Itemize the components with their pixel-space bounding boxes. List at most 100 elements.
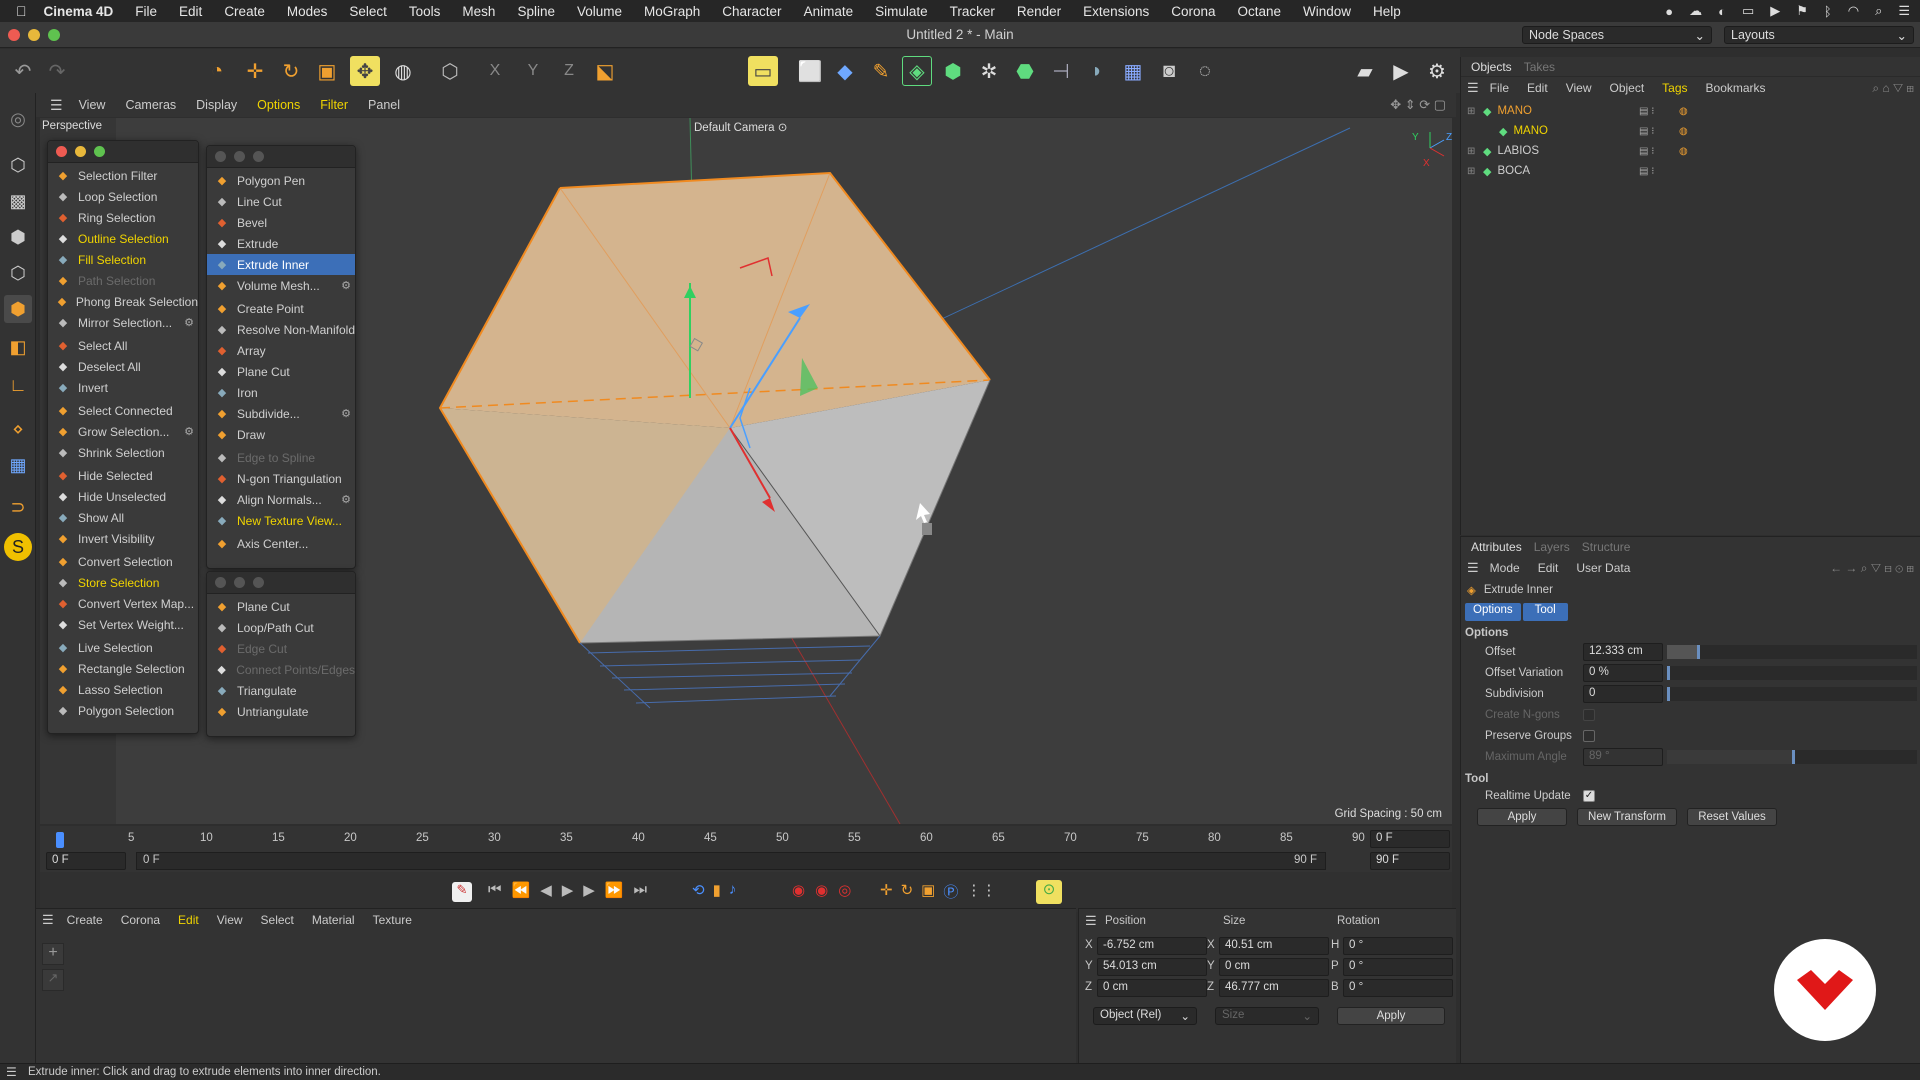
menu-item-array[interactable]: ◆ Array xyxy=(207,340,355,361)
visibility-flags[interactable]: ▤ ⁝ xyxy=(1639,166,1654,177)
material-menu-material[interactable]: Material xyxy=(303,913,364,927)
render-picture-icon[interactable]: ▶ xyxy=(1386,56,1416,86)
x-axis-lock-icon[interactable]: X xyxy=(480,56,510,86)
menu-item-bevel[interactable]: ◆ Bevel xyxy=(207,212,355,233)
menu-item-create-point[interactable]: ◆ Create Point xyxy=(207,298,355,319)
preserve-groups-checkbox[interactable] xyxy=(1583,729,1595,742)
menu-animate[interactable]: Animate xyxy=(793,4,865,19)
menu-simulate[interactable]: Simulate xyxy=(864,4,939,19)
key-selected-icon[interactable]: ◎ xyxy=(838,881,851,899)
panel-header[interactable] xyxy=(207,146,355,168)
workplane-mode-icon[interactable]: ⋄ xyxy=(4,415,32,443)
menu-item-store-selection[interactable]: ◆ Store Selection xyxy=(48,572,198,593)
mograph-icon[interactable]: ✲ xyxy=(974,56,1004,86)
menu-item-mirror-selection[interactable]: ◆ Mirror Selection... ⚙ xyxy=(48,312,198,333)
hamburger-icon[interactable]: ☰ xyxy=(50,97,63,114)
visibility-flags[interactable]: ▤ ⁝ xyxy=(1639,106,1654,117)
menu-item-plane-cut[interactable]: ◆ Plane Cut xyxy=(207,361,355,382)
menu-item-volume-mesh[interactable]: ◆ Volume Mesh... ⚙ xyxy=(207,275,355,296)
tag-icon[interactable]: ◍ xyxy=(1679,146,1688,157)
go-to-start-icon[interactable]: ⏮ xyxy=(488,881,502,899)
camera-icon[interactable]: ◙ xyxy=(1154,56,1184,86)
snap-grid-icon[interactable]: ▦ xyxy=(4,451,32,479)
edit-material-icon[interactable]: ↗ xyxy=(42,969,64,991)
menu-cinema-4d[interactable]: Cinema 4D xyxy=(33,4,125,19)
next-key-icon[interactable]: ⏩ xyxy=(605,881,624,899)
slider-handle[interactable] xyxy=(1697,644,1700,659)
viewport-menu-cameras[interactable]: Cameras xyxy=(115,98,186,112)
zoom-panel-button[interactable] xyxy=(94,146,105,157)
tab-attributes[interactable]: Attributes xyxy=(1465,540,1528,554)
minimize-panel-button[interactable] xyxy=(234,577,245,588)
subdivision-icon[interactable]: ◈ xyxy=(902,56,932,86)
magnet-icon[interactable]: ⊃ xyxy=(4,493,32,521)
menu-item-convert-selection[interactable]: ◆ Convert Selection xyxy=(48,551,198,572)
attr-value-field[interactable]: 0 xyxy=(1583,684,1663,703)
new-transform-button[interactable]: New Transform xyxy=(1577,808,1677,826)
edges-mode-icon[interactable]: ⬡ xyxy=(4,259,32,287)
expand-icon[interactable]: ⊞ xyxy=(1467,166,1481,177)
menu-select[interactable]: Select xyxy=(338,4,398,19)
menu-file[interactable]: File xyxy=(124,4,168,19)
attr-value-field[interactable]: 0 % xyxy=(1583,663,1663,682)
slider-handle[interactable] xyxy=(1792,749,1795,764)
objects-menu-file[interactable]: File xyxy=(1481,81,1518,95)
menu-item-polygon-selection[interactable]: ◆ Polygon Selection xyxy=(48,700,198,721)
create-ngons-checkbox[interactable] xyxy=(1583,708,1595,721)
gear-icon[interactable]: ⚙ xyxy=(341,493,351,506)
menu-item-triangulate[interactable]: ◆ Triangulate xyxy=(207,680,355,701)
attribute-nav-icons[interactable]: ← → ⌕ ▽ ⊟ ⊙ ⊞ xyxy=(1830,561,1914,576)
viewport-menu-options[interactable]: Options xyxy=(247,98,310,112)
key-rotation-icon[interactable]: ↻ xyxy=(901,881,914,902)
expand-icon[interactable]: ⊞ xyxy=(1467,106,1481,117)
menu-item-grow-selection[interactable]: ◆ Grow Selection... ⚙ xyxy=(48,421,198,442)
minimize-panel-button[interactable] xyxy=(75,146,86,157)
attr-value-field[interactable]: 89 ° xyxy=(1583,747,1663,766)
layouts-select[interactable]: Layouts ⌄ xyxy=(1724,26,1914,44)
search-icon[interactable]: ⌕ xyxy=(1875,3,1882,19)
menu-octane[interactable]: Octane xyxy=(1227,4,1293,19)
menu-item-extrude-inner[interactable]: ◆ Extrude Inner xyxy=(207,254,355,275)
key-scale-icon[interactable]: ▣ xyxy=(921,881,935,902)
prev-frame-icon[interactable]: ◀ xyxy=(540,881,552,899)
tab-layers[interactable]: Layers xyxy=(1528,540,1576,554)
slider-handle[interactable] xyxy=(1667,686,1670,701)
object-tools-icons[interactable]: ⌕ ⌂ ▽ ⊞ xyxy=(1872,81,1914,96)
uv-mode-icon[interactable]: ◧ xyxy=(4,333,32,361)
menu-item-convert-vertex-map[interactable]: ◆ Convert Vertex Map... xyxy=(48,593,198,614)
position-field[interactable]: 54.013 cm xyxy=(1097,958,1207,976)
menu-item-rectangle-selection[interactable]: ◆ Rectangle Selection xyxy=(48,658,198,679)
menu-item-invert-visibility[interactable]: ◆ Invert Visibility xyxy=(48,528,198,549)
flag-icon[interactable]: ⚑ xyxy=(1796,3,1808,19)
expand-icon[interactable]: ⊞ xyxy=(1467,146,1481,157)
tab-objects[interactable]: Objects xyxy=(1465,60,1518,74)
material-menu-view[interactable]: View xyxy=(208,913,252,927)
gear-icon[interactable]: ⚙ xyxy=(341,407,351,420)
menu-item-hide-unselected[interactable]: ◆ Hide Unselected xyxy=(48,486,198,507)
menu-item-outline-selection[interactable]: ◆ Outline Selection xyxy=(48,228,198,249)
tag-icon[interactable]: ◍ xyxy=(1679,106,1688,117)
size-field[interactable]: 0 cm xyxy=(1219,958,1329,976)
material-menu-texture[interactable]: Texture xyxy=(364,913,421,927)
object-row[interactable]: ◆ MANO ▤ ⁝ ◍ xyxy=(1461,121,1920,141)
coordinate-system-icon[interactable]: ⬕ xyxy=(590,56,620,86)
viewport-nav-icons[interactable]: ✥ ⇕ ⟳ ▢ xyxy=(1390,97,1446,113)
sound-icon[interactable]: ♪ xyxy=(729,881,737,899)
menu-item-align-normals[interactable]: ◆ Align Normals... ⚙ xyxy=(207,489,355,510)
menu-item-resolve-non-manifold[interactable]: ◆ Resolve Non-Manifold xyxy=(207,319,355,340)
pen-tool-icon[interactable]: ✎ xyxy=(866,56,896,86)
attributes-menu-user-data[interactable]: User Data xyxy=(1567,561,1639,575)
play-icon[interactable]: ▶ xyxy=(562,881,574,899)
extrude-inner-tool-icon[interactable]: ✥ xyxy=(350,56,380,86)
panel-header[interactable] xyxy=(48,141,198,163)
scale-icon[interactable]: ▣ xyxy=(312,56,342,86)
solo-icon[interactable]: S xyxy=(4,533,32,561)
menu-item-show-all[interactable]: ◆ Show All xyxy=(48,507,198,528)
cloner-icon[interactable]: ⬣ xyxy=(1010,56,1040,86)
apple-icon[interactable]:  xyxy=(16,3,27,19)
menu-item-iron[interactable]: ◆ Iron xyxy=(207,382,355,403)
menu-tracker[interactable]: Tracker xyxy=(939,4,1006,19)
viewport-menu-filter[interactable]: Filter xyxy=(310,98,358,112)
object-name[interactable]: MANO xyxy=(1513,125,1548,137)
close-panel-button[interactable] xyxy=(215,577,226,588)
